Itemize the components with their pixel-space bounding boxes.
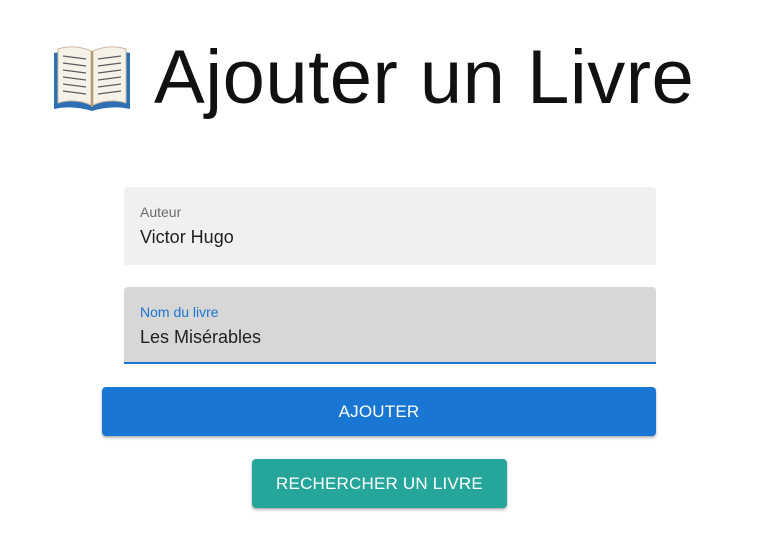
page-title: Ajouter un Livre bbox=[154, 35, 695, 120]
author-input[interactable] bbox=[140, 225, 640, 249]
add-button[interactable]: AJOUTER bbox=[102, 387, 656, 436]
book-name-input[interactable] bbox=[140, 325, 640, 349]
add-book-page: Ajouter un Livre Auteur Nom du livre AJO… bbox=[0, 0, 765, 536]
open-book-icon bbox=[50, 41, 134, 115]
author-field[interactable]: Auteur bbox=[124, 187, 656, 265]
author-label: Auteur bbox=[140, 204, 182, 220]
book-name-label: Nom du livre bbox=[140, 304, 219, 320]
book-name-field[interactable]: Nom du livre bbox=[124, 287, 656, 364]
search-book-button[interactable]: RECHERCHER UN LIVRE bbox=[252, 459, 507, 508]
page-header: Ajouter un Livre bbox=[50, 28, 694, 128]
